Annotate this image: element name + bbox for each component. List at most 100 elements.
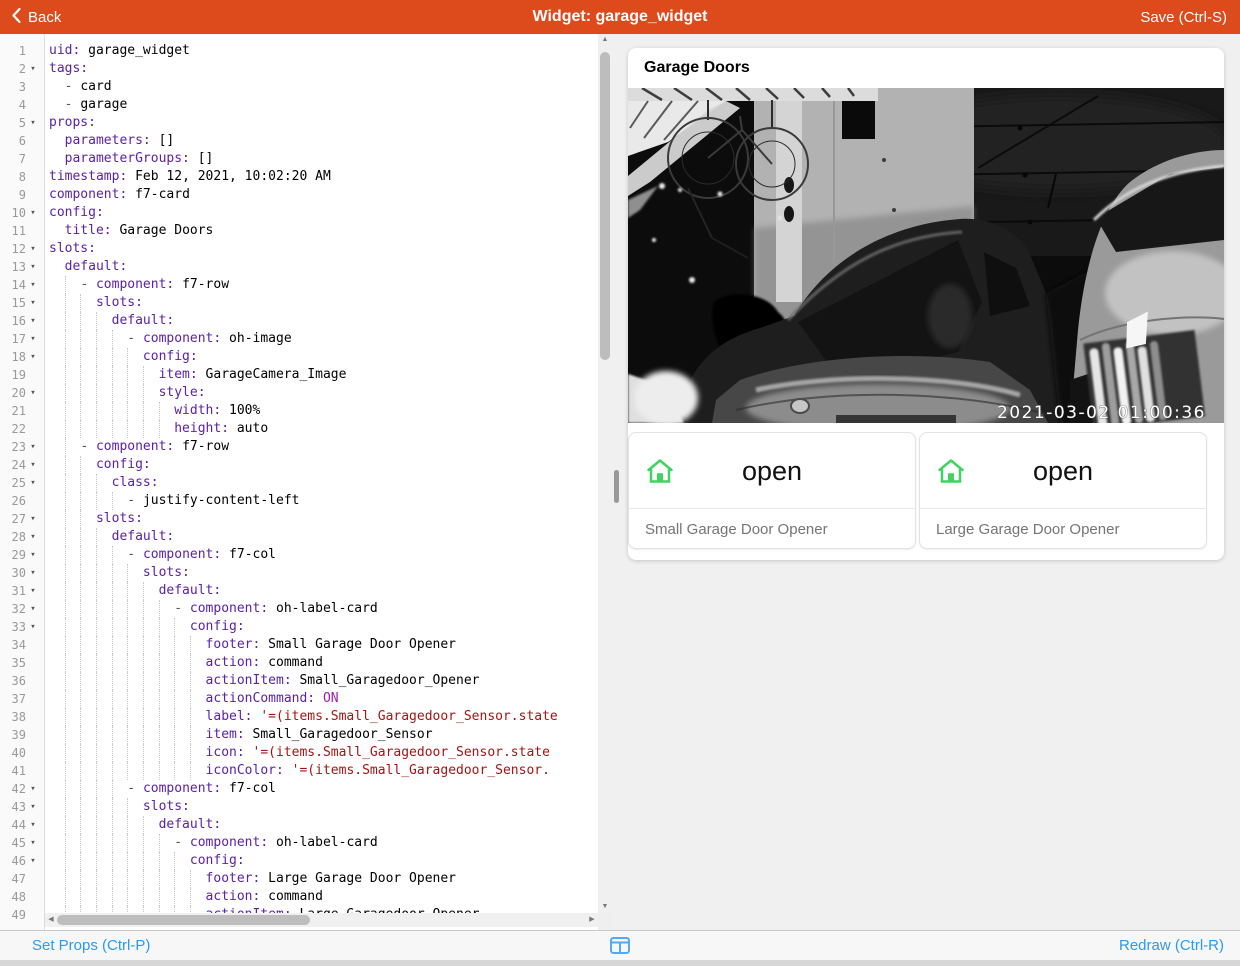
code-line[interactable]: 35 action: command [0,654,598,672]
line-number: 2 [2,60,26,78]
large-garage-opener-card[interactable]: open Large Garage Door Opener [919,432,1207,549]
fold-toggle[interactable]: ▾ [26,564,40,582]
scroll-right-arrow-icon[interactable]: ▶ [586,913,598,927]
code-line[interactable]: 43▾ slots: [0,798,598,816]
code-text: timestamp: Feb 12, 2021, 10:02:20 AM [49,169,331,184]
fold-toggle[interactable]: ▾ [26,834,40,852]
back-button[interactable]: Back [12,8,61,27]
code-line[interactable]: 39 item: Small_Garagedoor_Sensor [0,726,598,744]
set-props-button[interactable]: Set Props (Ctrl-P) [32,937,150,954]
code-line[interactable]: 15▾ slots: [0,294,598,312]
code-line[interactable]: 45▾ - component: oh-label-card [0,834,598,852]
fold-toggle[interactable]: ▾ [26,276,40,294]
fold-toggle[interactable]: ▾ [26,60,40,78]
code-line[interactable]: 42▾ - component: f7-col [0,780,598,798]
vertical-scroll-thumb[interactable] [600,52,610,360]
code-line[interactable]: 37 actionCommand: ON [0,690,598,708]
fold-toggle[interactable]: ▾ [26,456,40,474]
save-button[interactable]: Save (Ctrl-S) [1140,9,1227,26]
code-line[interactable]: 8timestamp: Feb 12, 2021, 10:02:20 AM [0,168,598,186]
code-line[interactable]: 27▾ slots: [0,510,598,528]
code-line[interactable]: 34 footer: Small Garage Door Opener [0,636,598,654]
code-line[interactable]: 30▾ slots: [0,564,598,582]
fold-toggle[interactable]: ▾ [26,294,40,312]
code-line[interactable]: 26 - justify-content-left [0,492,598,510]
code-line[interactable]: 36 actionItem: Small_Garagedoor_Opener [0,672,598,690]
fold-toggle[interactable]: ▾ [26,384,40,402]
code-line[interactable]: 38 label: '=(items.Small_Garagedoor_Sens… [0,708,598,726]
fold-toggle[interactable]: ▾ [26,528,40,546]
fold-toggle[interactable]: ▾ [26,348,40,366]
code-line[interactable]: 13▾ default: [0,258,598,276]
editor-horizontal-scrollbar[interactable]: ◀ ▶ [45,913,598,927]
fold-toggle[interactable]: ▾ [26,852,40,870]
split-layout-icon[interactable] [610,937,630,958]
opener-state-label: open [629,433,915,509]
code-line[interactable]: 44▾ default: [0,816,598,834]
fold-toggle[interactable]: ▾ [26,330,40,348]
code-line[interactable]: 48 action: command [0,888,598,906]
code-line[interactable]: 31▾ default: [0,582,598,600]
fold-toggle[interactable]: ▾ [26,546,40,564]
line-number: 14 [2,276,26,294]
code-line[interactable]: 33▾ config: [0,618,598,636]
fold-toggle[interactable]: ▾ [26,438,40,456]
code-line[interactable]: 2▾tags: [0,60,598,78]
fold-toggle[interactable]: ▾ [26,816,40,834]
code-line[interactable]: 24▾ config: [0,456,598,474]
small-garage-opener-card[interactable]: open Small Garage Door Opener [628,432,916,549]
code-line[interactable]: 9component: f7-card [0,186,598,204]
code-line[interactable]: 19 item: GarageCamera_Image [0,366,598,384]
horizontal-scroll-thumb[interactable] [57,915,310,925]
fold-toggle[interactable]: ▾ [26,114,40,132]
fold-toggle[interactable]: ▾ [26,312,40,330]
redraw-button[interactable]: Redraw (Ctrl-R) [1119,937,1224,954]
code-line[interactable]: 29▾ - component: f7-col [0,546,598,564]
code-line[interactable]: 4 - garage [0,96,598,114]
code-line[interactable]: 16▾ default: [0,312,598,330]
code-line[interactable]: 40 icon: '=(items.Small_Garagedoor_Senso… [0,744,598,762]
bottom-toolbar: Set Props (Ctrl-P) Redraw (Ctrl-R) [0,930,1240,960]
code-line[interactable]: 20▾ style: [0,384,598,402]
code-text: iconColor: '=(items.Small_Garagedoor_Sen… [49,763,550,778]
code-line[interactable]: 12▾slots: [0,240,598,258]
code-line[interactable]: 11 title: Garage Doors [0,222,598,240]
editor-vertical-scrollbar[interactable]: ▲ ▼ [598,34,612,913]
code-line[interactable]: 18▾ config: [0,348,598,366]
fold-toggle[interactable]: ▾ [26,240,40,258]
code-line[interactable]: 3 - card [0,78,598,96]
code-line[interactable]: 10▾config: [0,204,598,222]
code-line[interactable]: 23▾ - component: f7-row [0,438,598,456]
fold-toggle[interactable]: ▾ [26,618,40,636]
pane-splitter-handle[interactable] [614,470,619,503]
code-text: config: [49,205,104,220]
code-editor[interactable]: 1uid: garage_widget2▾tags:3 - card4 - ga… [0,34,612,930]
code-line[interactable]: 14▾ - component: f7-row [0,276,598,294]
code-line[interactable]: 32▾ - component: oh-label-card [0,600,598,618]
code-line[interactable]: 22 height: auto [0,420,598,438]
fold-toggle[interactable]: ▾ [26,798,40,816]
code-line[interactable]: 7 parameterGroups: [] [0,150,598,168]
fold-toggle[interactable]: ▾ [26,780,40,798]
line-number: 40 [2,744,26,762]
scroll-up-arrow-icon[interactable]: ▲ [598,34,612,46]
code-line[interactable]: 6 parameters: [] [0,132,598,150]
code-line[interactable]: 47 footer: Large Garage Door Opener [0,870,598,888]
code-line[interactable]: 1uid: garage_widget [0,42,598,60]
fold-toggle[interactable]: ▾ [26,474,40,492]
code-line[interactable]: 46▾ config: [0,852,598,870]
fold-toggle[interactable]: ▾ [26,600,40,618]
fold-toggle[interactable]: ▾ [26,510,40,528]
code-line[interactable]: 17▾ - component: oh-image [0,330,598,348]
scroll-down-arrow-icon[interactable]: ▼ [598,901,612,913]
code-line[interactable]: 41 iconColor: '=(items.Small_Garagedoor_… [0,762,598,780]
code-line[interactable]: 25▾ class: [0,474,598,492]
fold-toggle[interactable]: ▾ [26,582,40,600]
code-line[interactable]: 5▾props: [0,114,598,132]
fold-toggle[interactable]: ▾ [26,204,40,222]
fold-toggle[interactable]: ▾ [26,258,40,276]
code-line[interactable]: 21 width: 100% [0,402,598,420]
scroll-left-arrow-icon[interactable]: ◀ [45,913,57,927]
line-number: 46 [2,852,26,870]
code-line[interactable]: 28▾ default: [0,528,598,546]
